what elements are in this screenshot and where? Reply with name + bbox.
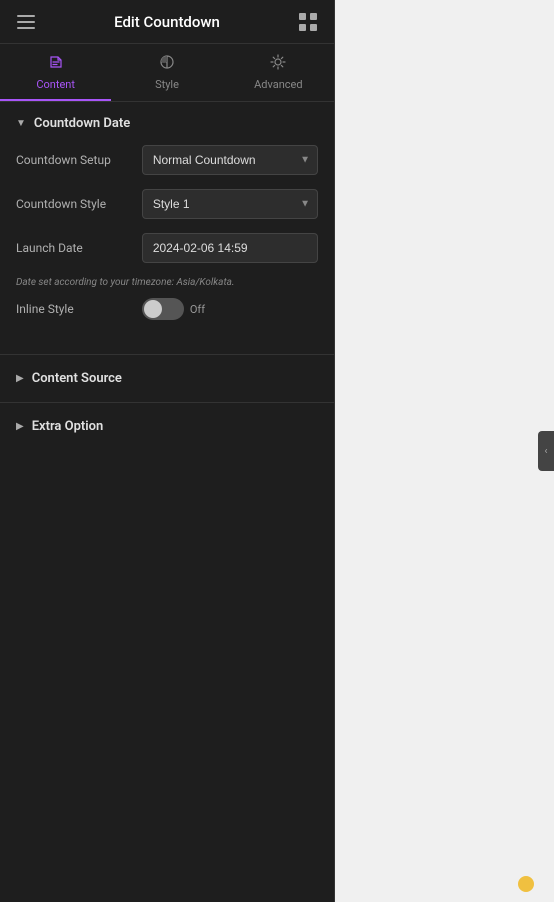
yellow-dot xyxy=(518,876,534,892)
extra-option-header[interactable]: ▶ Extra Option xyxy=(0,403,334,450)
advanced-tab-icon xyxy=(270,54,286,74)
countdown-style-label: Countdown Style xyxy=(16,197,142,211)
content-source-title: Content Source xyxy=(32,371,122,386)
content-tab-icon xyxy=(48,54,64,74)
countdown-setup-select[interactable]: Normal Countdown Evergreen Countdown xyxy=(142,145,318,175)
inline-style-toggle-label: Off xyxy=(190,303,205,316)
panel-toggle-button[interactable]: ‹ xyxy=(538,431,554,471)
countdown-date-arrow: ▼ xyxy=(16,118,26,129)
launch-date-label: Launch Date xyxy=(16,241,142,255)
tab-content[interactable]: Content xyxy=(0,44,111,101)
hamburger-icon[interactable] xyxy=(14,10,38,34)
launch-date-input[interactable] xyxy=(142,233,318,263)
tab-style-label: Style xyxy=(155,78,179,91)
extra-option-chevron-icon: ▶ xyxy=(16,421,24,432)
countdown-date-section-title: Countdown Date xyxy=(34,116,130,131)
style-tab-icon xyxy=(159,54,175,74)
right-panel: ‹ xyxy=(335,0,554,902)
content-source-section: ▶ Content Source xyxy=(0,354,334,402)
tab-advanced[interactable]: Advanced xyxy=(223,44,334,101)
countdown-setup-row: Countdown Setup Normal Countdown Evergre… xyxy=(16,145,318,175)
inline-style-toggle[interactable] xyxy=(142,298,184,320)
grid-icon[interactable] xyxy=(296,10,320,34)
inline-style-label: Inline Style xyxy=(16,302,142,316)
tab-style[interactable]: Style xyxy=(111,44,222,101)
inline-style-toggle-wrapper: Off xyxy=(142,298,318,320)
inline-style-control: Off xyxy=(142,298,318,320)
panel-toggle-icon: ‹ xyxy=(544,446,547,457)
toggle-knob xyxy=(144,300,162,318)
launch-date-control xyxy=(142,233,318,263)
tab-advanced-label: Advanced xyxy=(254,78,302,91)
countdown-style-row: Countdown Style Style 1 Style 2 Style 3 … xyxy=(16,189,318,219)
countdown-setup-control: Normal Countdown Evergreen Countdown ▼ xyxy=(142,145,318,175)
extra-option-title: Extra Option xyxy=(32,419,104,434)
header: Edit Countdown xyxy=(0,0,334,44)
countdown-setup-label: Countdown Setup xyxy=(16,153,142,167)
launch-date-row: Launch Date xyxy=(16,233,318,263)
extra-option-section: ▶ Extra Option xyxy=(0,402,334,450)
inline-style-row: Inline Style Off xyxy=(16,298,318,320)
content-source-header[interactable]: ▶ Content Source xyxy=(0,355,334,402)
countdown-setup-select-wrapper: Normal Countdown Evergreen Countdown ▼ xyxy=(142,145,318,175)
tabs-bar: Content Style Advanced xyxy=(0,44,334,102)
countdown-style-select[interactable]: Style 1 Style 2 Style 3 xyxy=(142,189,318,219)
countdown-date-section-header[interactable]: ▼ Countdown Date xyxy=(0,102,334,141)
countdown-style-control: Style 1 Style 2 Style 3 ▼ xyxy=(142,189,318,219)
content-source-chevron-icon: ▶ xyxy=(16,373,24,384)
countdown-date-section: ▼ Countdown Date Countdown Setup Normal … xyxy=(0,102,334,350)
timezone-note: Date set according to your timezone: Asi… xyxy=(16,277,318,288)
countdown-date-body: Countdown Setup Normal Countdown Evergre… xyxy=(0,141,334,350)
tab-content-label: Content xyxy=(36,78,75,91)
countdown-style-select-wrapper: Style 1 Style 2 Style 3 ▼ xyxy=(142,189,318,219)
panel-title: Edit Countdown xyxy=(38,13,296,31)
